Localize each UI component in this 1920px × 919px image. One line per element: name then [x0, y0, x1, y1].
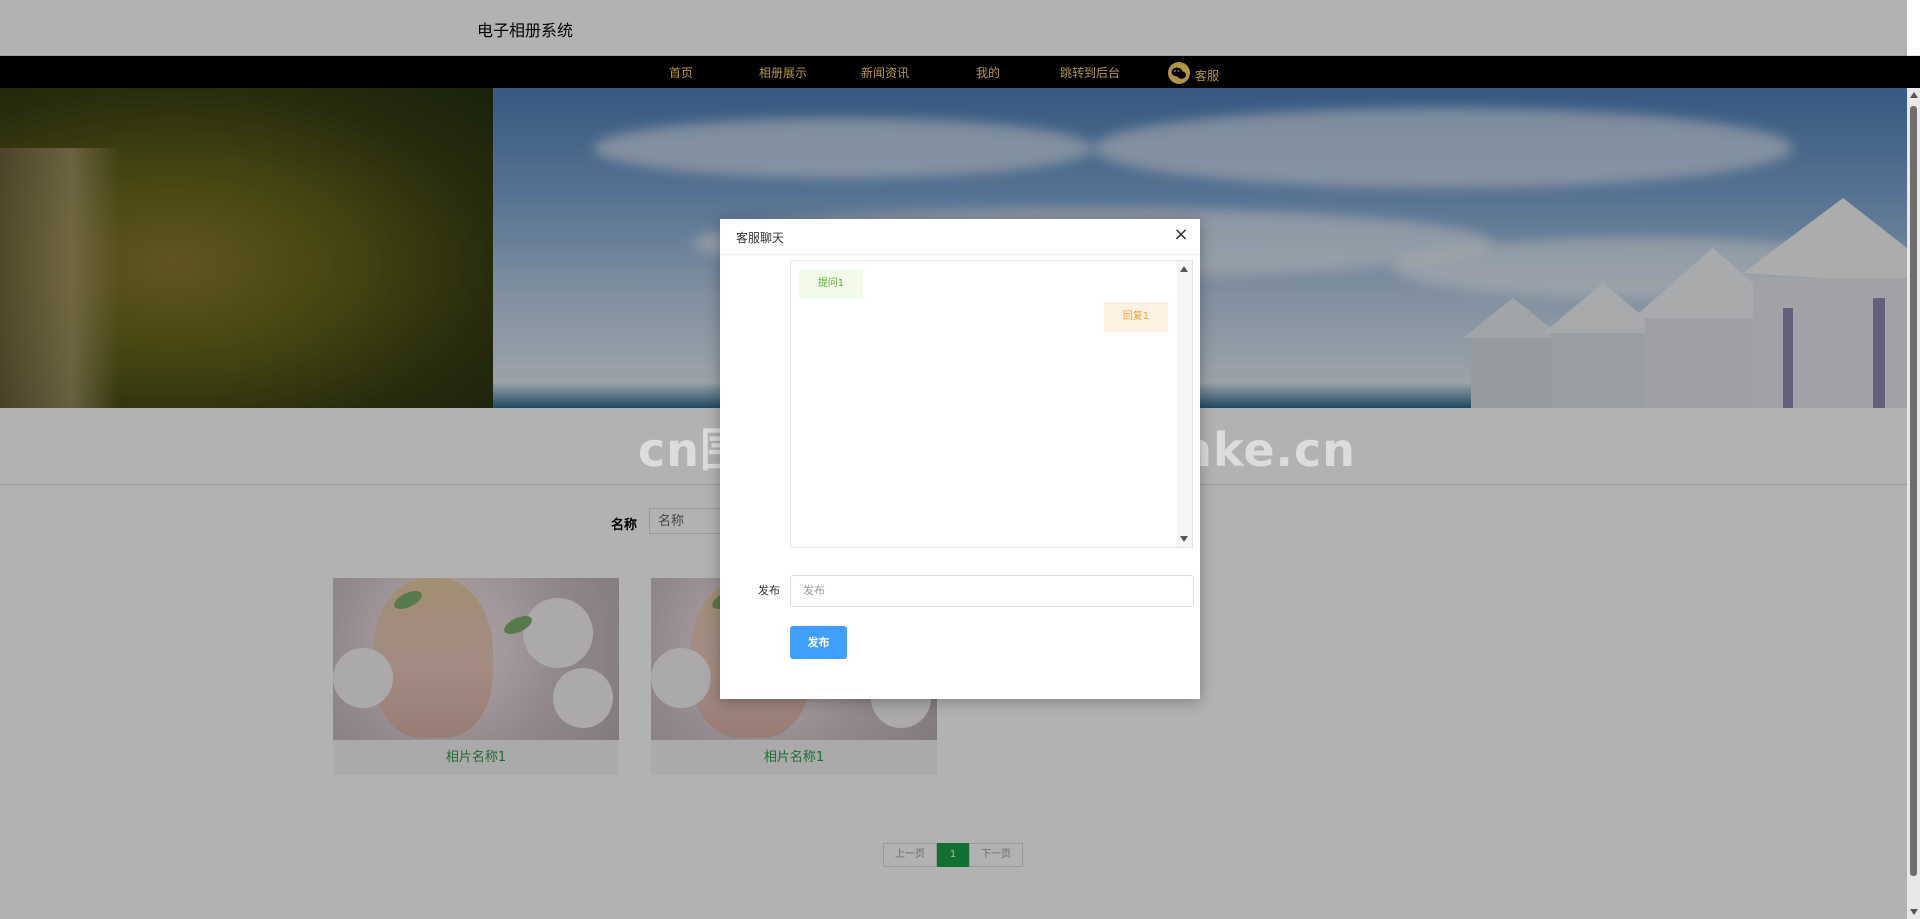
chat-message-question: 提问1 — [799, 269, 863, 299]
chat-scrollbar[interactable] — [1177, 261, 1192, 547]
dialog-title: 客服聊天 — [736, 231, 785, 245]
scroll-down-arrow-icon[interactable] — [1910, 909, 1918, 915]
scroll-up-arrow-icon[interactable] — [1910, 92, 1918, 98]
publish-input[interactable]: 发布 — [790, 575, 1194, 607]
close-icon[interactable]: × — [1171, 225, 1191, 245]
chat-history[interactable]: 提问1 回复1 — [790, 260, 1193, 548]
page-scrollbar[interactable] — [1907, 88, 1920, 919]
chat-scroll-up-icon[interactable] — [1180, 266, 1188, 272]
publish-label: 发布 — [758, 584, 780, 597]
customer-service-dialog: 客服聊天 × 提问1 回复1 发布 发布 发布 — [720, 219, 1200, 699]
chat-scroll-down-icon[interactable] — [1180, 536, 1188, 542]
publish-button[interactable]: 发布 — [790, 626, 847, 659]
dialog-header: 客服聊天 × — [720, 219, 1200, 255]
scrollbar-thumb[interactable] — [1910, 106, 1917, 876]
chat-message-reply: 回复1 — [1104, 302, 1168, 332]
